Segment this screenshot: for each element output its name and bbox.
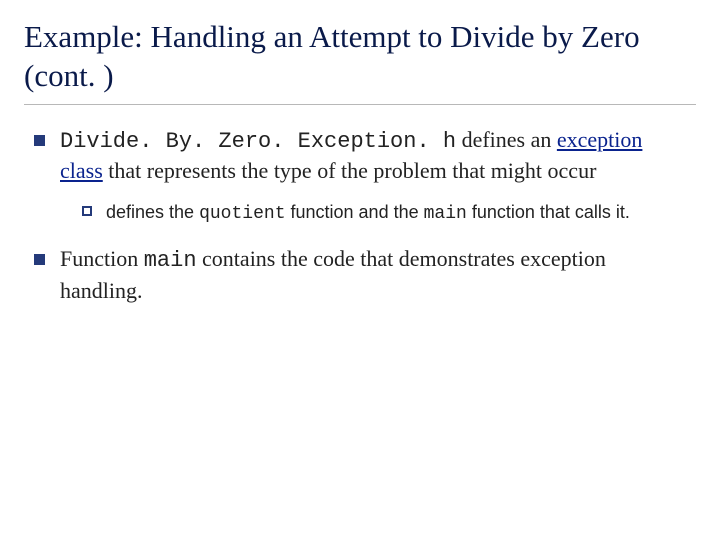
list-item: Function main contains the code that dem…: [30, 244, 690, 305]
sub-bullet-list: defines the quotient function and the ma…: [60, 200, 690, 226]
list-item: Divide. By. Zero. Exception. h defines a…: [30, 125, 690, 227]
slide-title: Example: Handling an Attempt to Divide b…: [24, 18, 696, 96]
body-text: that represents the type of the problem …: [103, 158, 597, 183]
body-text: function that calls it.: [467, 202, 630, 222]
title-rule: [24, 104, 696, 105]
code-text: quotient: [199, 204, 285, 224]
body-text: Function: [60, 246, 144, 271]
code-text: Divide. By. Zero. Exception. h: [60, 129, 456, 154]
slide: Example: Handling an Attempt to Divide b…: [0, 0, 720, 540]
list-item: defines the quotient function and the ma…: [80, 200, 690, 226]
code-text: main: [424, 204, 467, 224]
bullet-list: Divide. By. Zero. Exception. h defines a…: [24, 125, 696, 306]
body-text: defines the: [106, 202, 199, 222]
code-text: main: [144, 248, 197, 273]
body-text: function and the: [286, 202, 424, 222]
body-text: defines an: [456, 127, 557, 152]
